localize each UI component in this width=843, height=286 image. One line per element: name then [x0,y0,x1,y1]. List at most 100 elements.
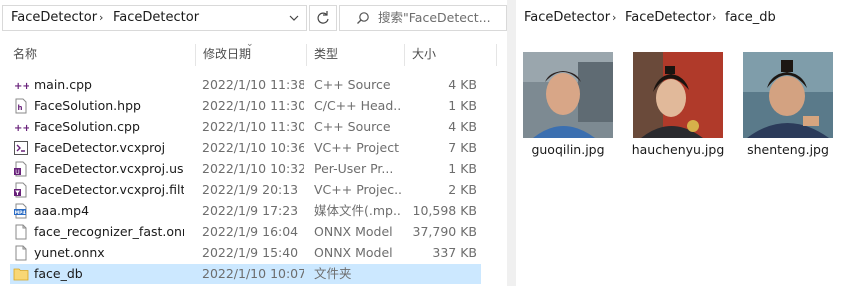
folder-icon [13,268,29,281]
photo-thumbnail [743,52,833,138]
file-size: 337 KB [432,245,477,260]
file-size: 7 KB [448,140,477,155]
breadcrumb-chevron-icon[interactable]: › [612,5,616,31]
file-row[interactable]: h FaceSolution.hpp 2022/1/10 11:30 C/C++… [10,96,481,116]
file-name: FaceDetector.vcxproj.user [34,161,184,176]
column-header-type[interactable]: 类型 [314,40,338,68]
file-type: VC++ Projec... [314,182,402,197]
cpp-source-icon: ++ [14,81,29,92]
photo-thumbnail [633,52,723,138]
file-name: FaceDetector.vcxproj.filte... [34,182,184,197]
vcxproj-filters-icon [14,182,27,198]
file-name: face_recognizer_fast.onnx [34,224,184,239]
vcxproj-icon [14,141,28,155]
file-row-selected[interactable]: face_db 2022/1/10 10:07 文件夹 [10,264,481,284]
file-explorer-right-pane: FaceDetector › FaceDetector › face_db gu… [516,0,843,286]
file-name: face_db [34,266,83,281]
image-filename: hauchenyu.jpg [631,142,725,157]
file-row[interactable]: FaceDetector.vcxproj.filte... 2022/1/9 2… [10,180,481,200]
vcxproj-user-icon: U [14,161,27,177]
file-row[interactable]: face_recognizer_fast.onnx 2022/1/9 16:04… [10,222,481,242]
cpp-source-icon: ++ [14,123,29,134]
chevron-down-icon[interactable] [288,12,300,24]
search-placeholder: 搜索"FaceDetect... [378,10,491,25]
file-type: VC++ Project [314,140,399,155]
file-date: 2022/1/9 16:04 [202,224,299,239]
column-header-date[interactable]: 修改日期 [203,40,251,68]
column-divider[interactable] [306,44,307,66]
svg-text:++: ++ [14,81,29,92]
file-type: Per-User Pr... [314,161,394,176]
column-divider[interactable] [404,44,405,66]
image-tile[interactable]: hauchenyu.jpg [623,50,733,170]
file-size: 10,598 KB [412,203,477,218]
file-row[interactable]: yunet.onnx 2022/1/9 15:40 ONNX Model 337… [10,243,481,263]
file-name: main.cpp [34,77,92,92]
refresh-button[interactable] [309,5,337,31]
breadcrumb-chevron-icon[interactable]: › [99,6,103,30]
file-size: 4 KB [448,77,477,92]
file-explorer-left-pane: FaceDetector › FaceDetector 搜索"FaceDetec… [0,0,507,286]
photo-thumbnail [523,52,613,138]
image-tile[interactable]: guoqilin.jpg [513,50,623,170]
column-divider[interactable] [195,44,196,66]
image-tile[interactable]: shenteng.jpg [733,50,843,170]
file-row[interactable]: MP4 aaa.mp4 2022/1/9 17:23 媒体文件(.mp... 1… [10,201,481,221]
breadcrumb-item[interactable]: FaceDetector [625,5,711,31]
column-divider[interactable] [496,44,497,66]
address-bar[interactable]: FaceDetector › FaceDetector › face_db [516,5,843,31]
column-header-row: 名称 ⌄ 修改日期 类型 大小 [0,39,507,68]
svg-text:h: h [18,104,23,112]
breadcrumb-item[interactable]: FaceDetector [11,6,97,30]
column-header-name[interactable]: 名称 [13,40,37,68]
address-bar[interactable]: FaceDetector › FaceDetector [2,5,307,31]
file-row[interactable]: U FaceDetector.vcxproj.user 2022/1/10 10… [10,159,481,179]
file-size: 4 KB [448,119,477,134]
file-type: 媒体文件(.mp... [314,203,402,218]
mp4-file-icon: MP4 [14,203,27,219]
svg-text:MP4: MP4 [15,210,26,216]
file-name: yunet.onnx [34,245,105,260]
column-header-size[interactable]: 大小 [412,40,436,68]
header-file-icon: h [15,98,27,114]
svg-text:++: ++ [14,123,29,134]
file-size: 37,790 KB [412,224,477,239]
file-size [402,264,477,284]
search-box[interactable]: 搜索"FaceDetect... [339,5,507,31]
file-date: 2022/1/10 10:32 [202,161,304,176]
file-date: 2022/1/10 11:30 [202,98,304,113]
file-name: FaceSolution.hpp [34,98,141,113]
file-type: C/C++ Head... [314,98,402,113]
file-date: 2022/1/9 20:13 [202,182,299,197]
file-type: C++ Source [314,77,391,92]
file-size: 1 KB [448,161,477,176]
file-name: FaceDetector.vcxproj [34,140,166,155]
file-name: FaceSolution.cpp [34,119,140,134]
file-date: 2022/1/10 10:07 [202,266,304,281]
file-row[interactable]: ++ FaceSolution.cpp 2022/1/10 11:30 C++ … [10,117,481,137]
breadcrumb-item[interactable]: face_db [725,5,776,31]
blank-file-icon [15,245,27,261]
file-row[interactable]: FaceDetector.vcxproj 2022/1/10 10:36 VC+… [10,138,481,158]
svg-text:U: U [15,169,19,176]
file-type: ONNX Model [314,245,393,260]
file-date: 2022/1/10 11:30 [202,119,304,134]
breadcrumb-item[interactable]: FaceDetector [113,6,199,30]
file-type: C++ Source [314,119,391,134]
file-type: 文件夹 [314,266,352,281]
file-row[interactable]: ++ main.cpp 2022/1/10 11:38 C++ Source 4… [10,75,481,95]
file-size: 1 KB [448,98,477,113]
file-date: 2022/1/9 17:23 [202,203,299,218]
image-filename: shenteng.jpg [747,142,829,157]
file-name: aaa.mp4 [34,203,90,218]
file-size: 2 KB [448,182,477,197]
refresh-icon [317,11,329,24]
file-date: 2022/1/10 10:36 [202,140,304,155]
file-type: ONNX Model [314,224,393,239]
file-date: 2022/1/9 15:40 [202,245,299,260]
image-filename: guoqilin.jpg [531,142,605,157]
search-icon [357,12,369,24]
breadcrumb-item[interactable]: FaceDetector [524,5,610,31]
file-date: 2022/1/10 11:38 [202,77,304,92]
breadcrumb-chevron-icon[interactable]: › [712,5,716,31]
